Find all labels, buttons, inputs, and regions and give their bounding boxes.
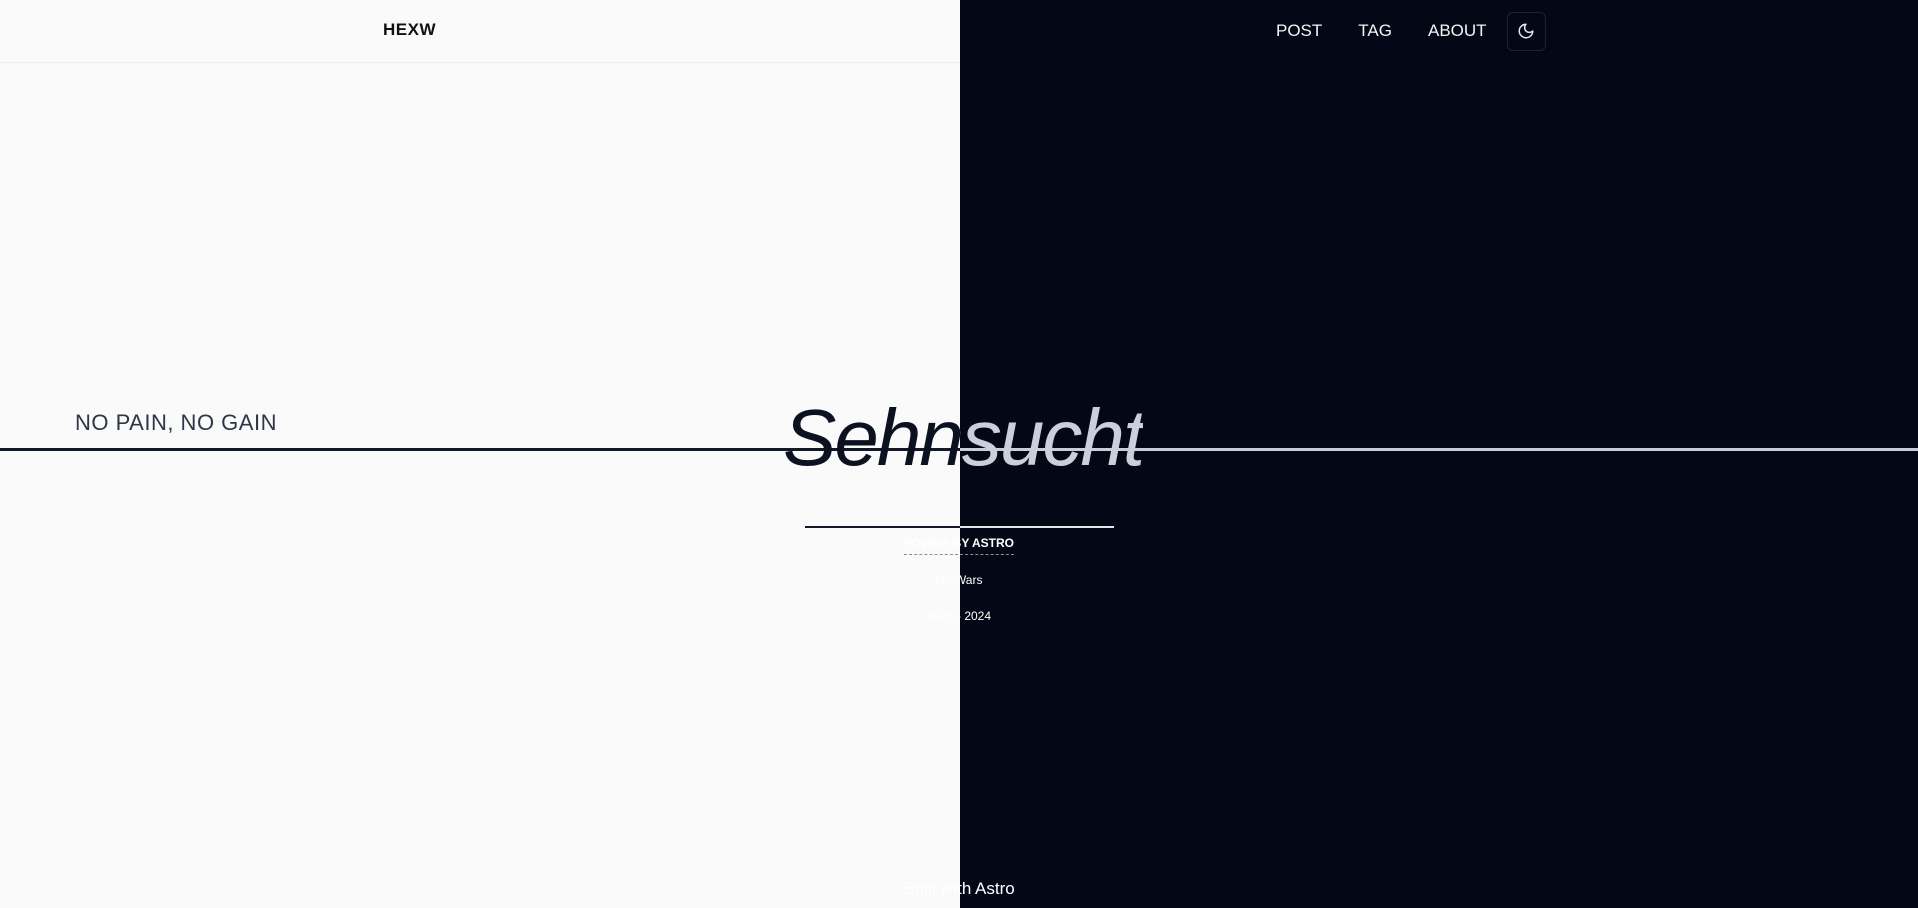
motto: NO PAIN, NO GAIN (75, 410, 277, 435)
moon-icon (1518, 23, 1534, 39)
header-bar: HEXW (0, 0, 960, 63)
nav-post[interactable]: POST (1276, 21, 1322, 41)
footer-text: Built with Astro (903, 879, 1015, 898)
power-by-link[interactable]: POWER BY ASTRO (903, 536, 1014, 555)
power-rule-left (805, 526, 960, 528)
nav-tag[interactable]: TAG (1358, 21, 1392, 41)
power-by-link-wrap: POWER BY ASTRO (0, 536, 1918, 555)
main-nav: POST TAG ABOUT (1276, 0, 1546, 62)
copyright-years: 2020 - 2024 (926, 609, 992, 623)
power-rule-right (960, 526, 1114, 528)
site-brand[interactable]: HEXW (383, 20, 436, 40)
theme-toggle-button[interactable] (1506, 11, 1546, 51)
nav-about[interactable]: ABOUT (1428, 21, 1487, 41)
author-name: hexWars (935, 573, 983, 587)
